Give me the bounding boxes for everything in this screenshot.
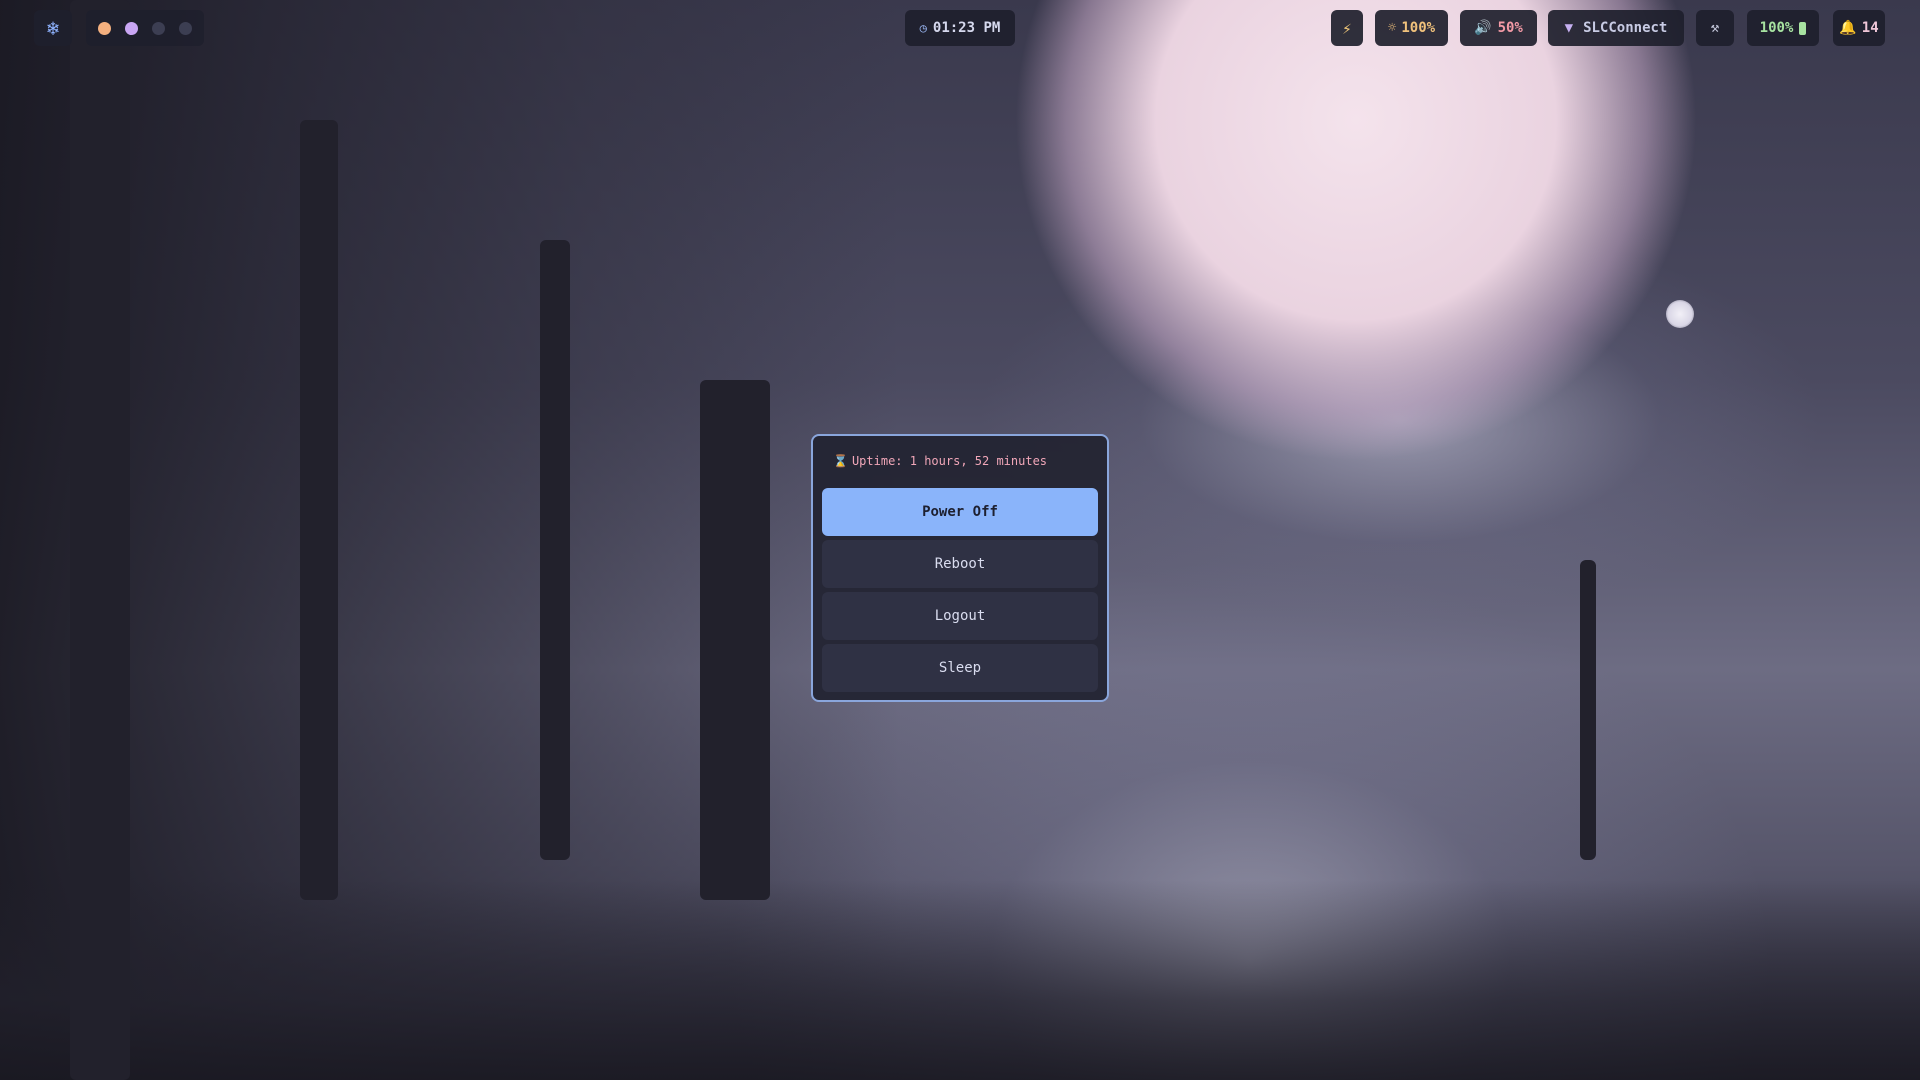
bolt-icon: ⚡	[1342, 18, 1352, 38]
network-ssid: SLCConnect	[1583, 20, 1668, 36]
battery-value: 100%	[1759, 20, 1794, 36]
power-off-button[interactable]: Power Off	[822, 488, 1098, 536]
tools-button[interactable]: ⚒	[1696, 10, 1734, 46]
network-widget[interactable]: ▼ SLCConnect	[1548, 10, 1684, 46]
reboot-button[interactable]: Reboot	[822, 540, 1098, 588]
sleep-label: Sleep	[938, 660, 982, 676]
tree-trunk	[70, 0, 130, 1080]
workspace-4[interactable]	[179, 21, 192, 35]
power-profile-button[interactable]: ⚡	[1331, 10, 1363, 46]
logout-label: Logout	[934, 608, 986, 624]
small-moon	[1666, 300, 1694, 328]
workspace-2[interactable]	[125, 21, 138, 35]
uptime-row: ⌛ Uptime: 1 hours, 52 minutes	[833, 454, 1047, 468]
workspace-switcher	[86, 10, 204, 46]
notification-count: 14	[1861, 20, 1879, 36]
tree-trunk	[300, 120, 338, 900]
volume-value: 50%	[1497, 20, 1523, 36]
brightness-value: 100%	[1401, 20, 1436, 36]
clock-time: 01:23 PM	[932, 20, 1001, 36]
power-off-label: Power Off	[922, 504, 998, 520]
sleep-button[interactable]: Sleep	[822, 644, 1098, 692]
snowflake-icon: ❄	[46, 16, 60, 40]
hourglass-icon: ⌛	[833, 454, 848, 468]
notifications-button[interactable]: 🔔 14	[1833, 10, 1885, 46]
forest-shadow	[0, 0, 900, 1080]
uptime-text: Uptime: 1 hours, 52 minutes	[851, 454, 1048, 468]
wifi-icon: ▼	[1564, 20, 1574, 36]
battery-icon	[1799, 21, 1807, 35]
logout-button[interactable]: Logout	[822, 592, 1098, 640]
volume-widget[interactable]: 🔊 50%	[1460, 10, 1537, 46]
bell-icon: 🔔	[1839, 20, 1857, 36]
clock-icon: ◷	[919, 21, 927, 35]
app-launcher-button[interactable]: ❄	[34, 10, 72, 46]
ground-shadow	[0, 880, 1920, 1080]
clock-widget[interactable]: ◷ 01:23 PM	[905, 10, 1015, 46]
brightness-widget[interactable]: ☼ 100%	[1375, 10, 1448, 46]
sun-icon: ☼	[1387, 20, 1397, 36]
tools-icon: ⚒	[1710, 20, 1720, 36]
battery-widget[interactable]: 100%	[1747, 10, 1819, 46]
tree-trunk	[700, 380, 770, 900]
reboot-label: Reboot	[934, 556, 986, 572]
tree-trunk	[1580, 560, 1596, 860]
speaker-icon: 🔊	[1474, 20, 1492, 36]
workspace-1[interactable]	[98, 21, 111, 35]
workspace-3[interactable]	[152, 21, 165, 35]
power-menu: ⌛ Uptime: 1 hours, 52 minutes Power Off …	[811, 434, 1109, 702]
tree-trunk	[540, 240, 570, 860]
